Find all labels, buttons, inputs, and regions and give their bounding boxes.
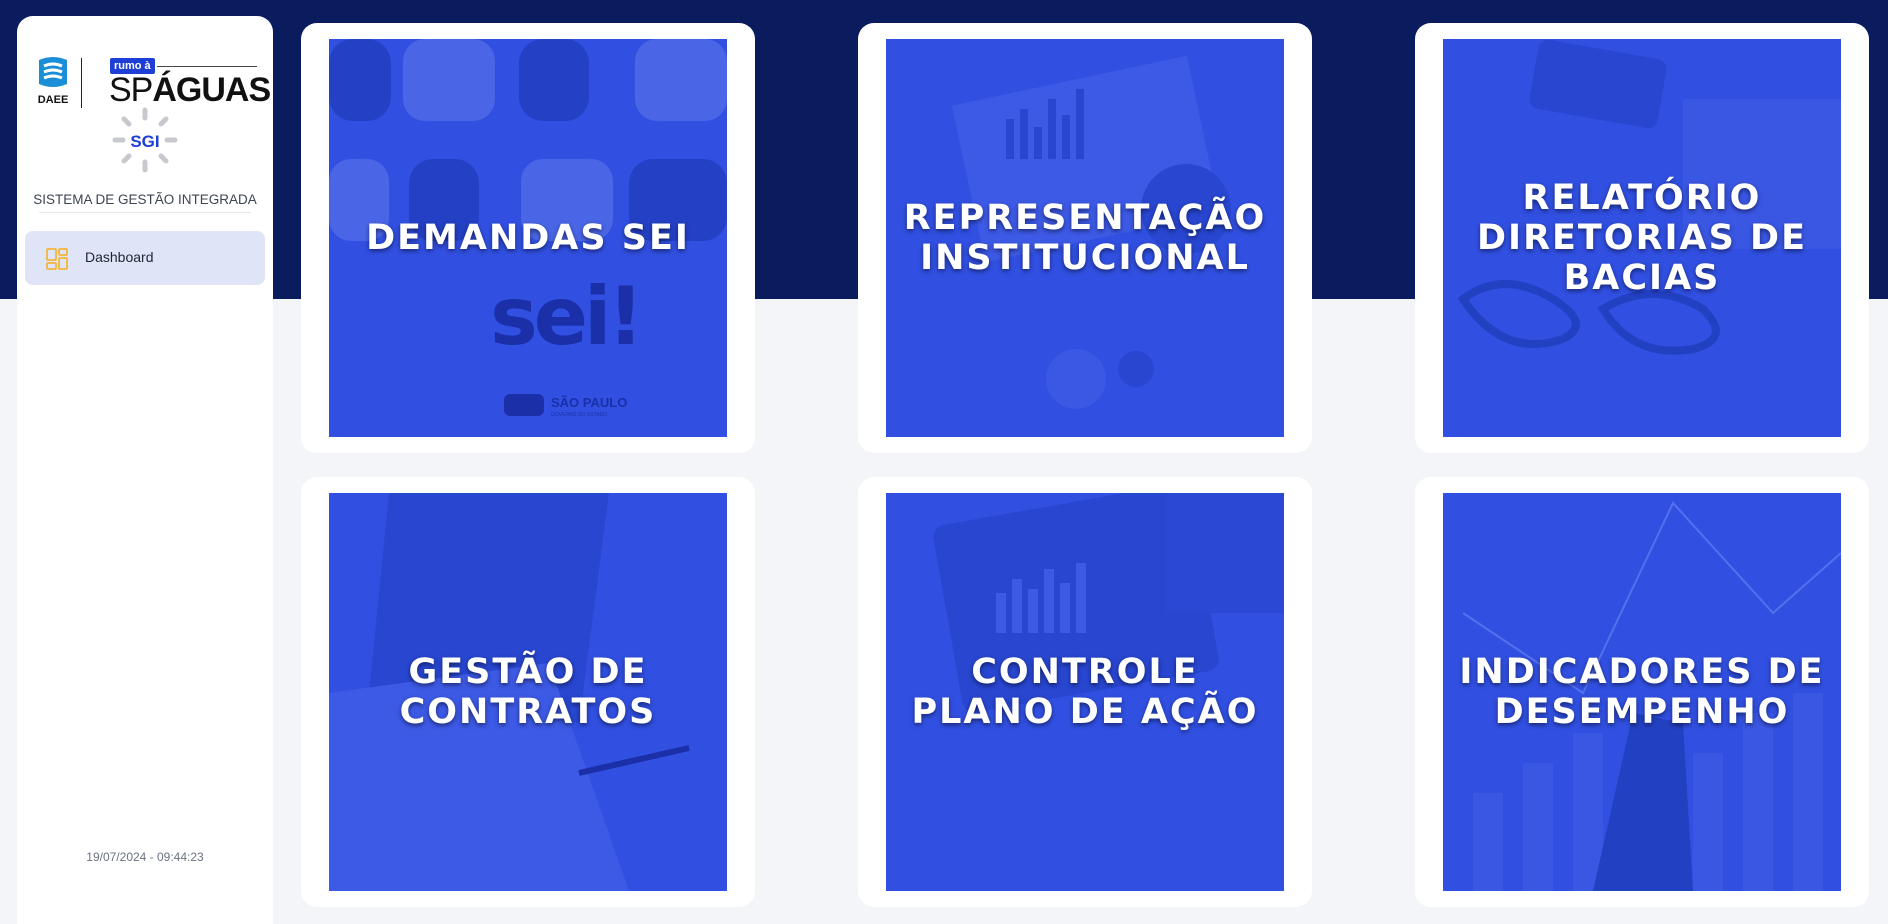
tile-image: CONTROLE PLANO DE AÇÃO <box>886 493 1284 891</box>
logo-divider <box>81 58 82 108</box>
card-controle-plano-de-acao[interactable]: CONTROLE PLANO DE AÇÃO <box>858 477 1312 907</box>
sp-aguas-wordmark: SPÁGUAS <box>109 71 271 109</box>
card-title: DEMANDAS SEI <box>366 218 690 258</box>
wordmark-aguas: ÁGUAS <box>152 71 271 109</box>
sgi-logo-icon: SGI <box>112 107 178 173</box>
system-title: SISTEMA DE GESTÃO INTEGRADA <box>33 192 257 207</box>
tile-image: REPRESENTAÇÃO INSTITUCIONAL <box>886 39 1284 437</box>
card-title: INDICADORES DE DESEMPENHO <box>1459 652 1825 732</box>
timestamp: 19/07/2024 - 09:44:23 <box>86 850 204 864</box>
sidebar-divider <box>39 212 251 213</box>
card-title: GESTÃO DE CONTRATOS <box>399 652 657 732</box>
tile-image: sei! SÃO PAULO GOVERNO DO ESTADO DEMANDA… <box>329 39 727 437</box>
card-title: REPRESENTAÇÃO INSTITUCIONAL <box>903 198 1267 278</box>
sidebar-item-dashboard[interactable]: Dashboard <box>25 231 265 285</box>
card-gestao-de-contratos[interactable]: GESTÃO DE CONTRATOS <box>301 477 755 907</box>
tile-image: GESTÃO DE CONTRATOS <box>329 493 727 891</box>
sgi-logo-text: SGI <box>130 132 159 151</box>
dashboard-grid-icon <box>46 248 68 270</box>
daee-emblem-icon <box>39 57 67 87</box>
sidebar-item-label: Dashboard <box>85 249 154 265</box>
sidebar: DAEE rumo à SPÁGUAS SGI SISTEMA DE GESTÃ… <box>17 16 273 924</box>
wordmark-sp: SP <box>109 71 153 109</box>
card-indicadores-de-desempenho[interactable]: INDICADORES DE DESEMPENHO <box>1415 477 1869 907</box>
card-demandas-sei[interactable]: sei! SÃO PAULO GOVERNO DO ESTADO DEMANDA… <box>301 23 755 453</box>
card-title: CONTROLE PLANO DE AÇÃO <box>911 652 1259 732</box>
card-relatorio-diretorias-de-bacias[interactable]: RELATÓRIO DIRETORIAS DE BACIAS <box>1415 23 1869 453</box>
logo-rule <box>157 66 257 67</box>
card-title: RELATÓRIO DIRETORIAS DE BACIAS <box>1477 178 1807 298</box>
card-representacao-institucional[interactable]: REPRESENTAÇÃO INSTITUCIONAL <box>858 23 1312 453</box>
tile-image: RELATÓRIO DIRETORIAS DE BACIAS <box>1443 39 1841 437</box>
brand-logo[interactable]: DAEE rumo à SPÁGUAS <box>35 42 271 108</box>
tile-image: INDICADORES DE DESEMPENHO <box>1443 493 1841 891</box>
daee-logo-text: DAEE <box>37 94 69 106</box>
